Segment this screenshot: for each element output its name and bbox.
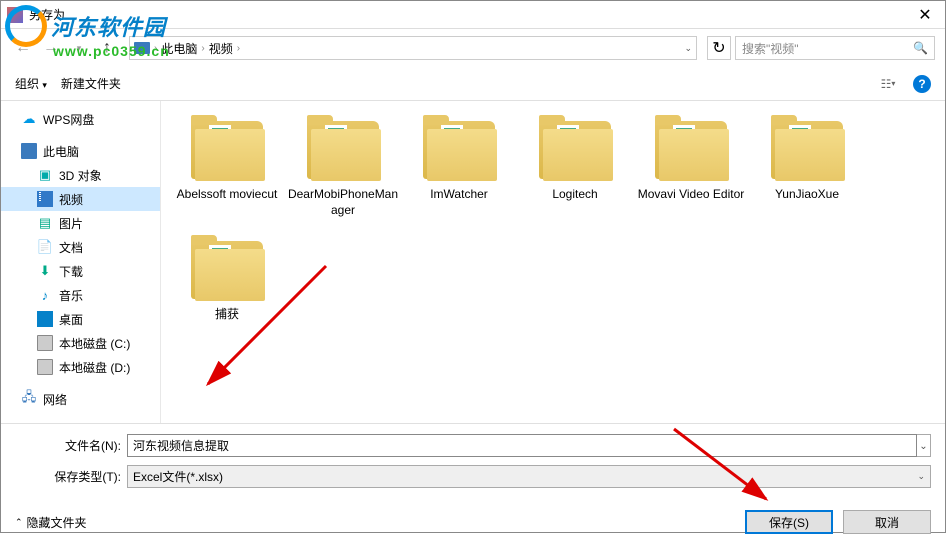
search-placeholder: 搜索"视频" <box>742 40 799 57</box>
folder-label: ImWatcher <box>428 187 490 203</box>
sidebar: ☁ WPS网盘此电脑 ▣ 3D 对象视频 ▤ 图片 📄 文档 ⬇ 下载 ♪ 音乐桌面本地磁盘 (C:)… <box>1 101 161 423</box>
folder-item[interactable]: Abelssoft moviecut <box>169 115 285 235</box>
view-mode-button[interactable]: ☷ ▾ <box>877 74 899 94</box>
footer: ⌃ 隐藏文件夹 保存(S) 取消 <box>1 496 945 534</box>
app-icon <box>7 7 23 23</box>
folder-item[interactable]: ImWatcher <box>401 115 517 235</box>
folder-label: 捕获 <box>213 307 241 323</box>
sidebar-item-wps[interactable]: ☁ WPS网盘 <box>1 107 160 131</box>
filename-label: 文件名(N): <box>15 437 127 454</box>
titlebar: 另存为 ✕ <box>1 1 945 29</box>
bottom-fields: 文件名(N): ⌄ 保存类型(T): Excel文件(*.xlsx) ⌄ <box>1 423 945 488</box>
sidebar-item-label: 3D 对象 <box>59 167 102 184</box>
up-button[interactable]: ↑ <box>95 36 119 60</box>
forward-button: → <box>39 36 63 60</box>
music-icon: ♪ <box>37 287 53 303</box>
folder-label: DearMobiPhoneManager <box>285 187 401 218</box>
sidebar-item-desk[interactable]: 桌面 <box>1 307 160 331</box>
sidebar-item-label: 视频 <box>59 191 83 208</box>
sidebar-item-net[interactable]: 🖧 网络 <box>1 387 160 411</box>
refresh-button[interactable]: ↻ <box>707 36 731 60</box>
folder-content[interactable]: Abelssoft moviecut DearMobiPhoneManager Im… <box>161 101 945 423</box>
main-area: ☁ WPS网盘此电脑 ▣ 3D 对象视频 ▤ 图片 📄 文档 ⬇ 下载 ♪ 音乐桌面本地磁盘 (C:)… <box>1 101 945 423</box>
sidebar-item-doc[interactable]: 📄 文档 <box>1 235 160 259</box>
help-icon[interactable]: ? <box>913 75 931 93</box>
folder-item[interactable]: 捕获 <box>169 235 285 355</box>
disk-icon <box>37 335 53 351</box>
desk-icon <box>37 311 53 327</box>
save-button[interactable]: 保存(S) <box>745 510 833 534</box>
folder-icon <box>191 121 263 179</box>
doc-icon: 📄 <box>37 239 53 255</box>
folder-icon <box>771 121 843 179</box>
disk-icon <box>37 359 53 375</box>
breadcrumb-item[interactable]: 视频 <box>209 40 233 57</box>
folder-item[interactable]: YunJiaoXue <box>749 115 865 235</box>
folder-icon <box>307 121 379 179</box>
back-button[interactable]: ← <box>11 36 35 60</box>
breadcrumb-item[interactable]: 此电脑 <box>161 40 197 57</box>
hide-folders-button[interactable]: ⌃ 隐藏文件夹 <box>15 514 87 531</box>
filename-input[interactable] <box>127 434 917 457</box>
chevron-icon: › <box>154 43 157 54</box>
sidebar-item-pic[interactable]: ▤ 图片 <box>1 211 160 235</box>
sidebar-item-video[interactable]: 视频 <box>1 187 160 211</box>
folder-item[interactable]: DearMobiPhoneManager <box>285 115 401 235</box>
sidebar-item-label: 图片 <box>59 215 83 232</box>
sidebar-item-label: 音乐 <box>59 287 83 304</box>
search-input[interactable]: 搜索"视频" 🔍 <box>735 36 935 60</box>
sidebar-item-pc[interactable]: 此电脑 <box>1 139 160 163</box>
dropdown-icon[interactable]: ⌄ <box>684 43 692 54</box>
3d-icon: ▣ <box>37 167 53 183</box>
sidebar-item-label: 文档 <box>59 239 83 256</box>
sidebar-item-label: 此电脑 <box>43 143 79 160</box>
filetype-select[interactable]: Excel文件(*.xlsx) ⌄ <box>127 465 931 488</box>
breadcrumb[interactable]: › 此电脑 › 视频 › ⌄ <box>129 36 697 60</box>
pc-icon <box>21 143 37 159</box>
folder-label: Logitech <box>550 187 599 203</box>
pc-icon <box>134 42 150 54</box>
sidebar-item-label: 桌面 <box>59 311 83 328</box>
net-icon: 🖧 <box>21 391 37 407</box>
sidebar-item-label: 下载 <box>59 263 83 280</box>
folder-label: YunJiaoXue <box>773 187 841 203</box>
organize-button[interactable]: 组织 ▾ <box>15 75 47 92</box>
folder-icon <box>655 121 727 179</box>
sidebar-item-dl[interactable]: ⬇ 下载 <box>1 259 160 283</box>
folder-icon <box>191 241 263 299</box>
sidebar-item-disk[interactable]: 本地磁盘 (D:) <box>1 355 160 379</box>
sidebar-item-label: 网络 <box>43 391 67 408</box>
dl-icon: ⬇ <box>37 263 53 279</box>
filetype-label: 保存类型(T): <box>15 468 127 485</box>
wps-icon: ☁ <box>21 111 37 127</box>
filename-dropdown-icon[interactable]: ⌄ <box>917 434 931 457</box>
folder-label: Movavi Video Editor <box>636 187 747 203</box>
sidebar-item-3d[interactable]: ▣ 3D 对象 <box>1 163 160 187</box>
folder-item[interactable]: Movavi Video Editor <box>633 115 749 235</box>
navbar: ← → ▾ ↑ › 此电脑 › 视频 › ⌄ ↻ 搜索"视频" 🔍 <box>1 29 945 67</box>
sidebar-item-label: 本地磁盘 (D:) <box>59 359 130 376</box>
search-icon: 🔍 <box>913 41 928 55</box>
chevron-icon: › <box>201 43 204 54</box>
dropdown-icon: ⌄ <box>917 471 925 482</box>
close-button[interactable]: ✕ <box>905 1 945 29</box>
folder-label: Abelssoft moviecut <box>175 187 280 203</box>
new-folder-button[interactable]: 新建文件夹 <box>61 75 121 92</box>
chevron-icon: › <box>237 43 240 54</box>
folder-item[interactable]: Logitech <box>517 115 633 235</box>
sidebar-item-music[interactable]: ♪ 音乐 <box>1 283 160 307</box>
recent-button[interactable]: ▾ <box>67 36 91 60</box>
window-title: 另存为 <box>29 6 905 23</box>
sidebar-item-label: WPS网盘 <box>43 111 94 128</box>
folder-icon <box>423 121 495 179</box>
sidebar-item-label: 本地磁盘 (C:) <box>59 335 130 352</box>
video-icon <box>37 191 53 207</box>
sidebar-item-disk[interactable]: 本地磁盘 (C:) <box>1 331 160 355</box>
filetype-value: Excel文件(*.xlsx) <box>133 468 223 485</box>
pic-icon: ▤ <box>37 215 53 231</box>
folder-icon <box>539 121 611 179</box>
chevron-up-icon: ⌃ <box>15 517 23 528</box>
cancel-button[interactable]: 取消 <box>843 510 931 534</box>
toolbar: 组织 ▾ 新建文件夹 ☷ ▾ ? <box>1 67 945 101</box>
